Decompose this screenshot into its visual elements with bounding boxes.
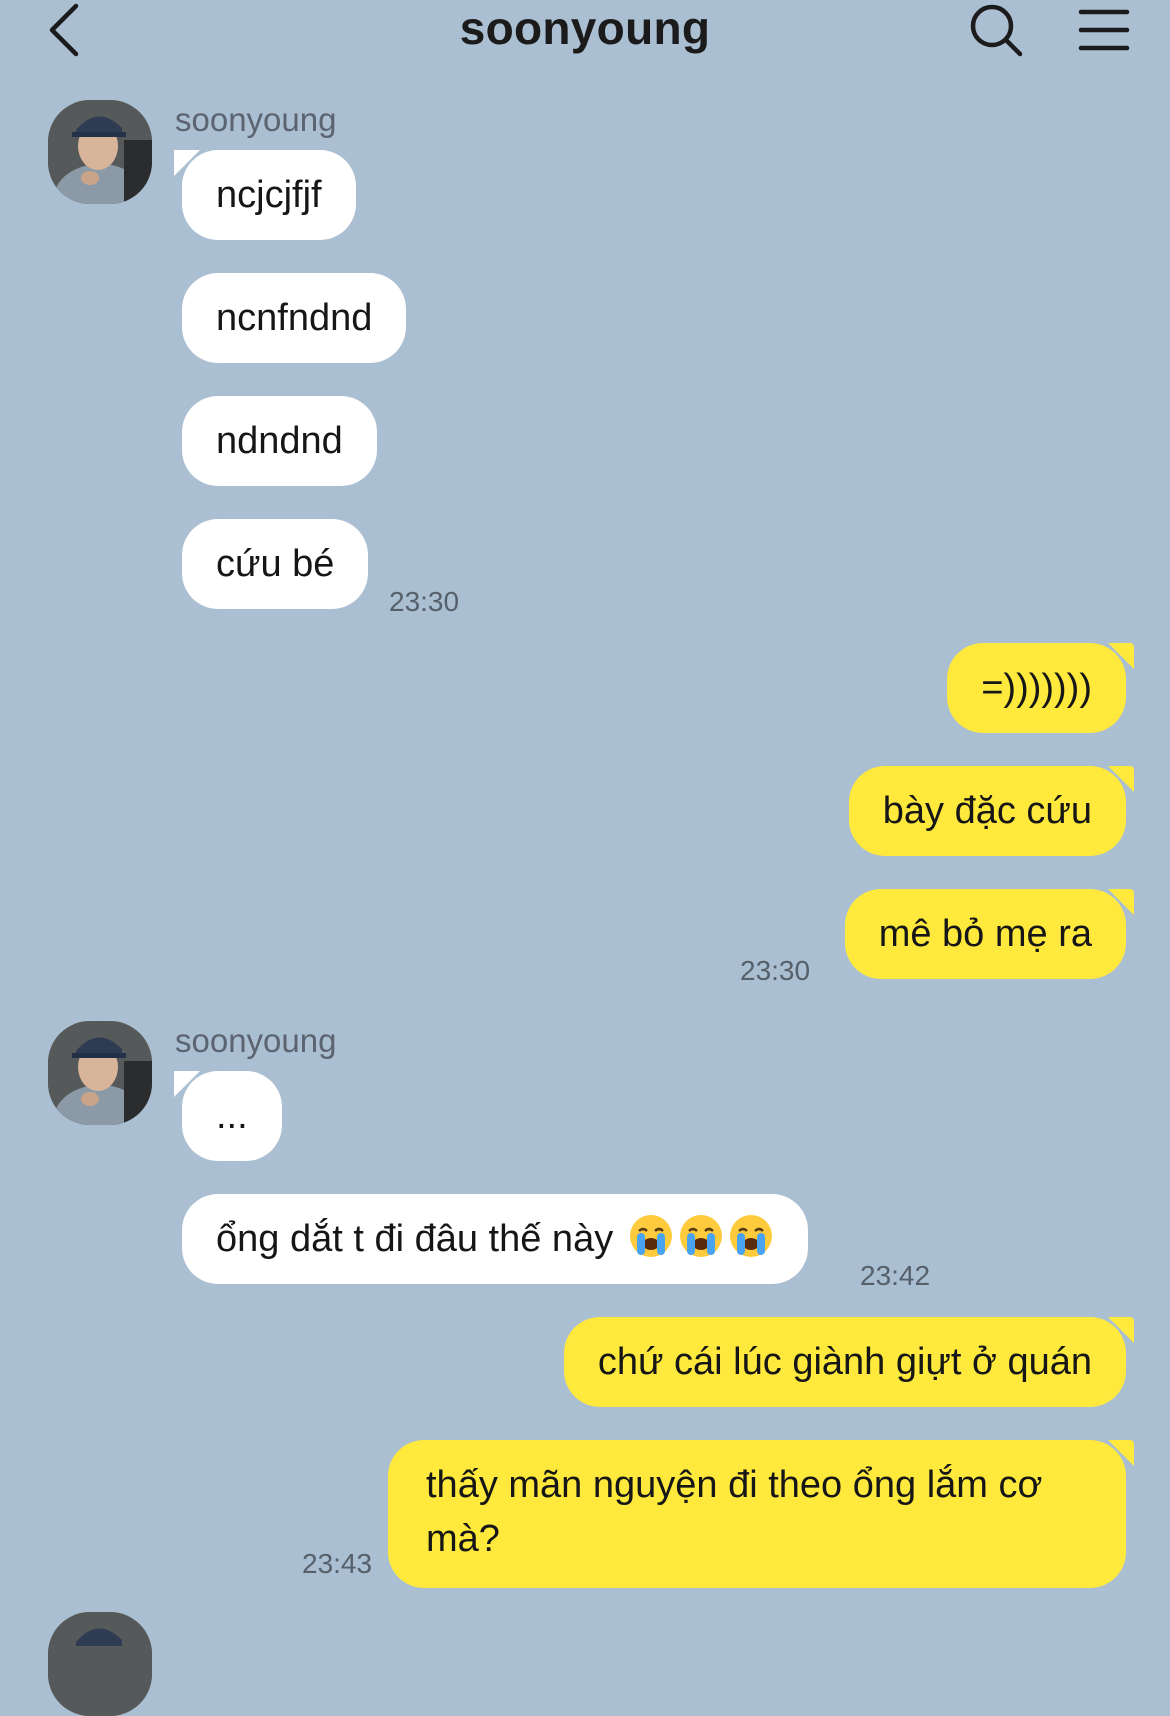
sender-avatar[interactable] bbox=[48, 1612, 152, 1716]
incoming-message[interactable]: ncjcjfjf bbox=[174, 150, 356, 240]
message-text: ndndnd bbox=[216, 420, 343, 462]
message-timestamp: 23:30 bbox=[740, 955, 811, 986]
message-text: ổng dắt t đi đâu thế này bbox=[216, 1218, 614, 1260]
message-text: =))))))) bbox=[981, 667, 1092, 709]
crying-face-emoji bbox=[624, 1215, 774, 1260]
incoming-message[interactable]: cứu bé bbox=[182, 519, 369, 609]
message-timestamp: 23:30 bbox=[389, 586, 460, 617]
search-icon[interactable] bbox=[968, 2, 1028, 58]
sender-name: soonyoung bbox=[175, 1022, 337, 1059]
incoming-message[interactable]: ổng dắt t đi đâu thế này bbox=[182, 1194, 808, 1284]
avatar-photo bbox=[48, 1612, 152, 1716]
message-text: ... bbox=[216, 1095, 248, 1137]
avatar-photo bbox=[48, 100, 152, 204]
message-timestamp: 23:42 bbox=[860, 1260, 931, 1291]
outgoing-message[interactable]: =))))))) bbox=[947, 643, 1134, 733]
message-text: bày đặc cứu bbox=[882, 790, 1092, 832]
message-text: cứu bé bbox=[216, 543, 335, 585]
message-text: ncjcjfjf bbox=[216, 174, 322, 216]
incoming-message[interactable]: ndndnd bbox=[182, 396, 377, 486]
message-text: chứ cái lúc giành giựt ở quán bbox=[597, 1341, 1092, 1383]
incoming-message[interactable]: ncnfndnd bbox=[182, 273, 407, 363]
chat-header: soonyoung bbox=[0, 0, 1170, 60]
message-timestamp: 23:43 bbox=[302, 1548, 373, 1579]
incoming-message[interactable]: ... bbox=[174, 1071, 282, 1161]
outgoing-message[interactable]: mê bỏ mẹ ra bbox=[844, 889, 1135, 979]
outgoing-message[interactable]: thấy mãn nguyện đi theo ổng lắm cơ mà? bbox=[388, 1440, 1134, 1588]
message-text: ncnfndnd bbox=[216, 297, 373, 339]
outgoing-message[interactable]: chứ cái lúc giành giựt ở quán bbox=[563, 1317, 1135, 1407]
sender-avatar[interactable] bbox=[48, 100, 152, 204]
message-text: mê bỏ mẹ ra bbox=[878, 913, 1092, 955]
message-text-line: thấy mãn nguyện đi theo ổng lắm cơ bbox=[426, 1464, 1043, 1506]
sender-name: soonyoung bbox=[175, 101, 337, 138]
avatar-photo bbox=[48, 1021, 152, 1125]
message-text-line: mà? bbox=[426, 1518, 500, 1560]
outgoing-message[interactable]: bày đặc cứu bbox=[848, 766, 1135, 856]
sender-avatar[interactable] bbox=[48, 1021, 152, 1125]
hamburger-menu-icon[interactable] bbox=[1078, 6, 1130, 54]
